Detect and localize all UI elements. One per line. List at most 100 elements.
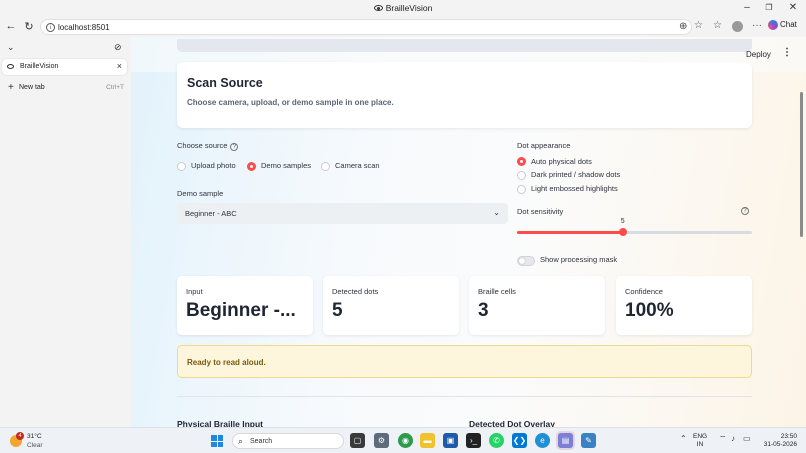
divider	[177, 396, 752, 397]
chrome-icon[interactable]: ◉	[398, 433, 413, 448]
processing-mask-toggle[interactable]	[517, 256, 535, 266]
dot-appearance-label: Dot appearance	[517, 141, 571, 150]
metric-label: Detected dots	[332, 287, 379, 296]
radio-light-embossed-highlights-label[interactable]: Light embossed highlights	[531, 184, 618, 193]
processing-mask-label: Show processing mask	[540, 255, 618, 264]
help-icon[interactable]: ?	[741, 207, 749, 215]
tab-braillevision[interactable]: BrailleVision ×	[2, 59, 127, 75]
taskbar-search[interactable]: ⌕ Search	[232, 433, 344, 449]
active-app-icon[interactable]: ▤	[558, 433, 573, 448]
favorites-icon[interactable]: ☆	[713, 20, 722, 31]
new-tab-shortcut: Ctrl+T	[106, 84, 124, 91]
metric-value: 100%	[625, 300, 674, 321]
copilot-icon	[768, 20, 778, 30]
unpin-icon[interactable]: ⊘	[114, 42, 122, 53]
browser-toolbar: ← ↻ i localhost:8501 ⊕ ☆ ☆ ··· Chat	[0, 17, 806, 37]
scrollbar[interactable]	[800, 92, 803, 237]
dot-sensitivity-slider[interactable]	[517, 228, 752, 236]
radio-upload-photo-label[interactable]: Upload photo	[191, 161, 236, 170]
radio-upload-photo[interactable]	[177, 162, 186, 171]
app-viewport: Deploy ⋮ Scan Source Choose camera, uplo…	[131, 37, 806, 427]
clock-time: 23:50	[780, 433, 797, 440]
more-options-icon[interactable]: ···	[752, 20, 762, 31]
start-button[interactable]	[211, 435, 223, 447]
demo-sample-label: Demo sample	[177, 189, 224, 198]
edge-icon[interactable]: e	[535, 433, 550, 448]
radio-light-embossed-highlights[interactable]	[517, 185, 526, 194]
weather-temp: 31°C	[27, 433, 42, 440]
tab-label: BrailleVision	[20, 63, 59, 70]
address-bar[interactable]: i localhost:8501 ⊕ ☆	[40, 19, 703, 35]
slider-thumb[interactable]	[618, 228, 627, 236]
favorite-star-icon[interactable]: ☆	[694, 20, 703, 31]
radio-dark-printed-dots-label[interactable]: Dark printed / shadow dots	[531, 170, 620, 179]
file-explorer-icon[interactable]: ▬	[420, 433, 435, 448]
refresh-button[interactable]: ↻	[22, 20, 36, 33]
task-view-icon[interactable]: ▢	[350, 433, 365, 448]
new-tab-label: New tab	[19, 84, 45, 91]
dot-sensitivity-label: Dot sensitivity	[517, 207, 564, 216]
close-tab-icon[interactable]: ×	[117, 61, 122, 71]
metric-value: Beginner -...	[186, 300, 296, 321]
window-title: BrailleVision	[0, 3, 806, 13]
battery-icon[interactable]: ▭	[743, 434, 751, 443]
scan-source-title: Scan Source	[187, 76, 263, 90]
radio-camera-scan[interactable]	[321, 162, 330, 171]
info-icon[interactable]: i	[46, 23, 55, 32]
radio-dark-printed-dots[interactable]	[517, 171, 526, 180]
notification-badge: 4	[16, 432, 24, 440]
app-icon[interactable]: ✎	[581, 433, 596, 448]
radio-demo-samples-label[interactable]: Demo samples	[261, 161, 311, 170]
radio-demo-samples[interactable]	[247, 162, 256, 171]
vertical-tabs-sidebar: ⌄ ⊘ BrailleVision × + New tab Ctrl+T	[0, 37, 130, 427]
radio-auto-physical-dots-label[interactable]: Auto physical dots	[531, 157, 592, 166]
eye-icon	[373, 5, 383, 11]
radio-auto-physical-dots[interactable]	[517, 157, 526, 166]
metric-label: Input	[186, 287, 203, 296]
taskbar-search-placeholder: Search	[250, 438, 273, 445]
vscode-icon[interactable]: ❮❯	[512, 433, 527, 448]
lang-line1: ENG	[693, 433, 708, 440]
weather-widget[interactable]: 4 31°C Clear	[10, 432, 70, 450]
main-menu-icon[interactable]: ⋮	[782, 47, 792, 58]
search-icon: ⌕	[238, 436, 244, 446]
url-text[interactable]: localhost:8501	[58, 23, 110, 32]
scan-source-card: Scan Source Choose camera, upload, or de…	[177, 62, 752, 128]
chevron-down-icon[interactable]: ⌄	[7, 42, 15, 53]
alert-text: Ready to read aloud.	[187, 358, 266, 367]
new-tab-button[interactable]: + New tab Ctrl+T	[8, 82, 126, 95]
settings-gear-icon[interactable]: ⚙	[374, 433, 389, 448]
chevron-down-icon: ⌄	[493, 208, 500, 217]
deploy-button[interactable]: Deploy	[746, 50, 771, 59]
back-button[interactable]: ←	[4, 20, 18, 32]
metric-value: 3	[478, 300, 489, 321]
store-icon[interactable]: ▣	[443, 433, 458, 448]
volume-icon[interactable]: ♪	[731, 434, 735, 443]
chevron-up-icon[interactable]: ⌃	[680, 434, 687, 443]
demo-sample-value: Beginner - ABC	[185, 209, 237, 218]
ready-alert: Ready to read aloud.	[177, 345, 752, 378]
wifi-icon[interactable]: ⌔	[719, 434, 727, 444]
whatsapp-icon[interactable]: ✆	[489, 433, 504, 448]
metric-card-input: Input Beginner -...	[177, 276, 313, 335]
terminal-icon[interactable]: ›_	[466, 433, 481, 448]
demo-sample-select[interactable]: Beginner - ABC ⌄	[177, 203, 508, 224]
radio-camera-scan-label[interactable]: Camera scan	[335, 161, 380, 170]
copilot-chat-button[interactable]: Chat	[768, 20, 797, 30]
weather-condition: Clear	[27, 442, 43, 449]
minimize-button[interactable]: –	[740, 2, 754, 13]
profile-avatar[interactable]	[732, 21, 743, 32]
plus-icon: +	[8, 82, 14, 93]
top-card-fragment	[177, 39, 752, 52]
maximize-button[interactable]: ❐	[762, 3, 776, 12]
zoom-icon[interactable]: ⊕	[679, 21, 687, 32]
clock[interactable]: 23:50 31-05-2026	[761, 433, 797, 449]
language-indicator[interactable]: ENG IN	[693, 433, 707, 449]
metric-card-braille-cells: Braille cells 3	[469, 276, 605, 335]
help-icon[interactable]: ?	[230, 143, 239, 151]
close-window-button[interactable]: ✕	[786, 2, 800, 13]
metric-card-confidence: Confidence 100%	[616, 276, 752, 335]
metric-card-detected-dots: Detected dots 5	[323, 276, 459, 335]
metric-label: Braille cells	[478, 287, 516, 296]
lang-line2: IN	[696, 441, 704, 448]
